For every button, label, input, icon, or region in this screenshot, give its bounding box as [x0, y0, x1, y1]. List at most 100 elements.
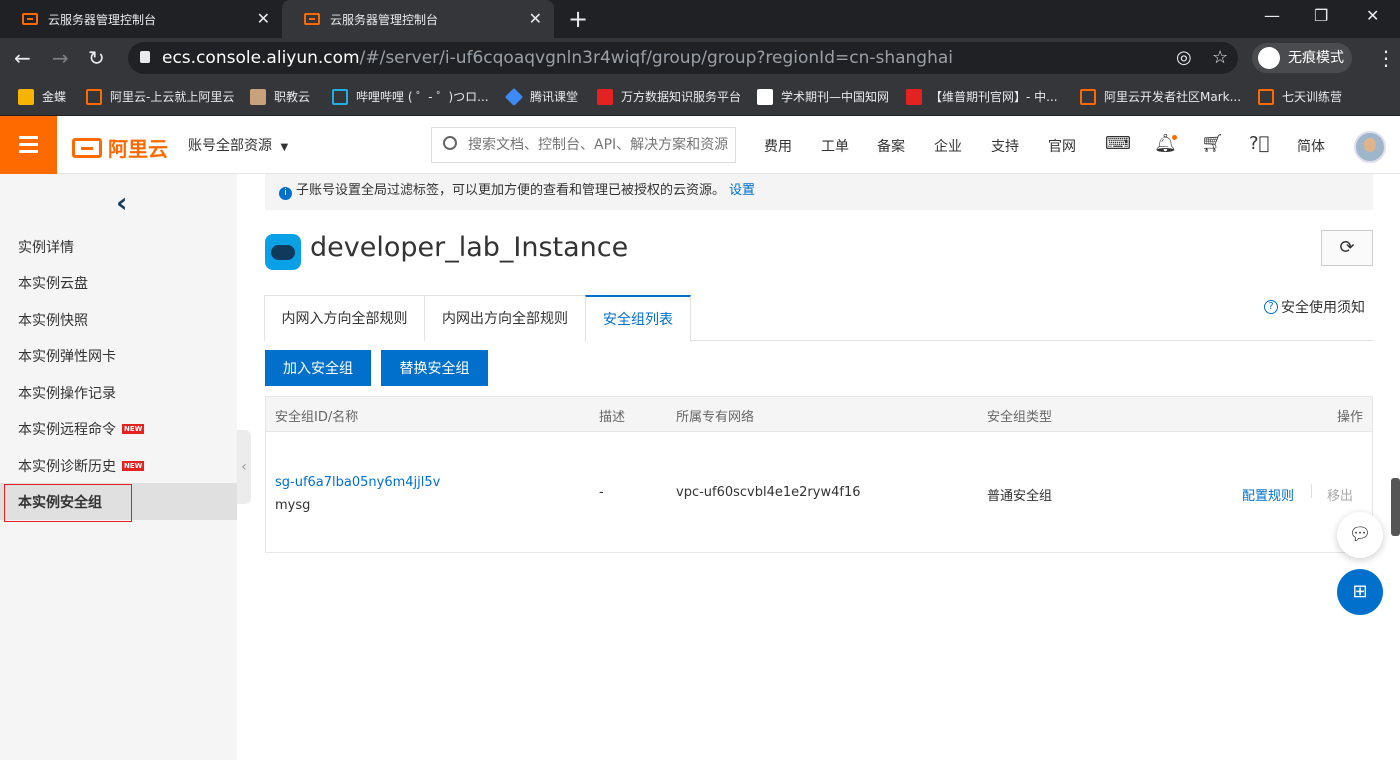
sidebar-item-instance-details[interactable]: 实例详情 [18, 237, 74, 257]
refresh-button[interactable]: ⟳ [1321, 230, 1373, 266]
action-separator [1311, 484, 1312, 498]
back-arrow-icon[interactable]: ← [14, 46, 31, 70]
account-label: 账号全部资源 [188, 138, 272, 154]
close-icon[interactable]: ✕ [257, 9, 270, 28]
logo-text: 阿里云 [108, 137, 168, 161]
chat-icon[interactable]: 💬︎ [1337, 512, 1383, 558]
sidebar-item-remote-commands[interactable]: 本实例远程命令 NEW [18, 419, 145, 439]
refresh-icon: ⟳ [1339, 237, 1355, 258]
nav-support[interactable]: 支持 [991, 136, 1019, 156]
guide-label: 安全使用须知 [1281, 300, 1365, 316]
window-close-icon[interactable]: ✕ [1366, 6, 1379, 25]
security-group-name: mysg [275, 498, 311, 513]
sidebar-item-label: 本实例操作记录 [18, 386, 116, 402]
sidebar-item-eni[interactable]: 本实例弹性网卡 [18, 346, 116, 366]
security-group-id-link[interactable]: sg-uf6a7lba05ny6m4jjl5v [275, 475, 440, 490]
help-icon[interactable]: ?⃝ [1249, 133, 1269, 154]
browser-tab-title: 云服务器管理控制台 [330, 12, 439, 27]
tag-filter-notice: i 子账号设置全局过滤标签，可以更加方便的查看和管理已被授权的云资源。 设置 [265, 174, 1373, 210]
bookmark-item[interactable]: 哔哩哔哩 ( ゜- ゜)つロ... [332, 88, 489, 105]
browser-tab-active[interactable]: 云服务器管理控制台 ✕ [282, 0, 554, 38]
browser-tab-title: 云服务器管理控制台 [48, 12, 157, 27]
sidebar-item-operation-logs[interactable]: 本实例操作记录 [18, 383, 116, 403]
bookmark-item[interactable]: 阿里云开发者社区Mark... [1080, 88, 1241, 105]
notice-settings-link[interactable]: 设置 [729, 183, 755, 198]
tab-ingress-rules[interactable]: 内网入方向全部规则 [264, 295, 425, 341]
column-header: 安全组类型 [987, 410, 1053, 425]
bookmark-item[interactable]: 七天训练营 [1258, 88, 1342, 105]
cart-icon[interactable]: 🛒︎ [1201, 133, 1224, 154]
search-input[interactable] [431, 127, 736, 163]
new-tab-icon[interactable]: + [568, 5, 588, 33]
nav-enterprise[interactable]: 企业 [934, 136, 962, 156]
url-path: /#/server/i-uf6cqoaqvgnln3r4wiqf/group/g… [359, 48, 954, 68]
info-icon: i [279, 187, 292, 200]
tab-egress-rules[interactable]: 内网出方向全部规则 [424, 295, 586, 341]
nav-official-site[interactable]: 官网 [1048, 136, 1076, 156]
terminal-icon[interactable]: ⌨ [1105, 133, 1131, 154]
reload-icon[interactable]: ↻ [88, 46, 105, 70]
sidebar-item-disks[interactable]: 本实例云盘 [18, 273, 88, 293]
bookmark-icon [332, 88, 348, 105]
replace-security-group-button[interactable]: 替换安全组 [381, 350, 488, 386]
chevron-left-icon[interactable]: ‹ [116, 186, 128, 219]
eye-off-icon[interactable]: ◎ [1176, 47, 1192, 68]
nav-tickets[interactable]: 工单 [821, 136, 849, 156]
avatar[interactable] [1354, 131, 1386, 163]
sidebar-item-label: 本实例云盘 [18, 276, 88, 292]
aliyun-logo[interactable]: 阿里云 [72, 133, 168, 162]
forward-arrow-icon[interactable]: → [52, 46, 69, 70]
browser-addressbar: ← → ↻ ecs.console.aliyun.com/#/server/i-… [0, 38, 1400, 78]
configure-rules-link[interactable]: 配置规则 [1242, 485, 1294, 504]
sidebar-item-snapshots[interactable]: 本实例快照 [18, 310, 88, 330]
nav-fees[interactable]: 费用 [764, 136, 792, 156]
page-title: developer_lab_Instance [310, 232, 629, 263]
column-header: 安全组ID/名称 [275, 410, 359, 425]
incognito-label: 无痕模式 [1288, 50, 1344, 66]
security-group-description: - [599, 485, 604, 500]
vpc-id: vpc-uf60scvbl4e1e2ryw4f16 [676, 485, 861, 500]
close-icon[interactable]: ✕ [529, 9, 542, 28]
bookmark-icon [504, 87, 524, 106]
sidebar-item-label: 本实例快照 [18, 313, 88, 329]
bookmark-item[interactable]: 学术期刊—中国知网 [757, 88, 889, 105]
incognito-indicator[interactable]: 无痕模式 [1252, 43, 1352, 73]
language-switch[interactable]: 简体 [1297, 136, 1325, 156]
nav-filing[interactable]: 备案 [877, 136, 905, 156]
scrollbar-thumb[interactable] [1391, 478, 1400, 536]
tab-security-group-list[interactable]: 安全组列表 [585, 295, 691, 342]
question-icon: ? [1264, 300, 1278, 314]
bookmark-label: 阿里云-上云就上阿里云 [110, 90, 235, 104]
apps-icon[interactable]: ⊞ [1337, 569, 1383, 615]
bookmark-label: 金蝶 [42, 90, 67, 104]
menu-icon[interactable] [0, 116, 57, 174]
bookmark-item[interactable]: 【维普期刊官网】- 中... [906, 88, 1058, 105]
bookmark-icon [18, 88, 34, 105]
browser-menu-icon[interactable]: ⋮ [1376, 46, 1396, 70]
sidebar-item-label: 本实例弹性网卡 [18, 349, 116, 365]
aliyun-favicon-icon [22, 13, 38, 25]
security-guide-link[interactable]: ? 安全使用须知 [1264, 297, 1365, 317]
bookmark-item[interactable]: 腾讯课堂 [504, 87, 578, 106]
remove-link[interactable]: 移出 [1327, 485, 1353, 504]
column-header: 所属专有网络 [676, 410, 755, 425]
join-security-group-button[interactable]: 加入安全组 [265, 350, 371, 386]
account-resources-dropdown[interactable]: 账号全部资源 ▼ [188, 135, 288, 155]
sidebar-item-label: 本实例远程命令 [18, 422, 116, 438]
minimize-icon[interactable]: — [1264, 6, 1280, 25]
bookmark-item[interactable]: 职教云 [250, 88, 310, 105]
bookmark-item[interactable]: 万方数据知识服务平台 [597, 88, 741, 105]
bookmark-icon [906, 88, 922, 105]
star-icon[interactable]: ☆ [1212, 47, 1228, 68]
url-field[interactable]: ecs.console.aliyun.com/#/server/i-uf6cqo… [128, 42, 1238, 74]
bookmark-icon [597, 88, 613, 105]
restore-icon[interactable]: ❐ [1314, 6, 1328, 25]
sidebar-item-diagnosis-history[interactable]: 本实例诊断历史 NEW [18, 456, 145, 476]
bookmark-item[interactable]: 阿里云-上云就上阿里云 [86, 88, 234, 105]
bookmark-item[interactable]: 金蝶 [18, 88, 66, 105]
new-badge: NEW [122, 461, 145, 471]
browser-tab[interactable]: 云服务器管理控制台 ✕ [0, 0, 282, 38]
bookmark-icon [757, 88, 773, 105]
browser-tabbar: 云服务器管理控制台 ✕ 云服务器管理控制台 ✕ + — ❐ ✕ [0, 0, 1400, 38]
sidebar-collapse-handle[interactable]: ‹ [237, 430, 251, 504]
